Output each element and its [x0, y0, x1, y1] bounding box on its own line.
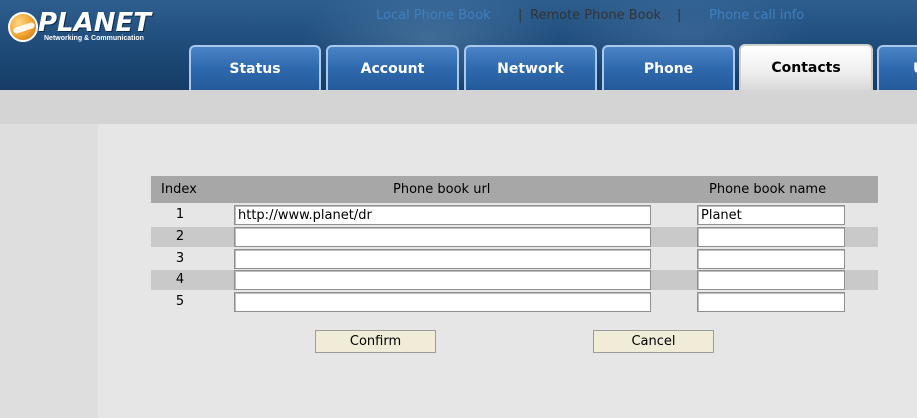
subnav-local-phone-book[interactable]: Local Phone Book [376, 8, 491, 23]
phone-book-name-input-2[interactable] [697, 227, 845, 247]
logo-text: PLANET [38, 8, 152, 38]
subnav-remote-phone-book[interactable]: Remote Phone Book [530, 8, 661, 23]
row-index: 1 [175, 207, 185, 222]
logo-tagline: Networking & Communication [44, 35, 144, 42]
subnav-phone-call-info[interactable]: Phone call info [709, 8, 804, 23]
phone-book-name-input-4[interactable] [697, 270, 845, 290]
tab-contacts[interactable]: Contacts [739, 44, 873, 90]
column-header-name: Phone book name [709, 182, 827, 197]
phone-book-name-input-3[interactable] [697, 249, 845, 269]
row-index: 5 [175, 294, 185, 309]
tab-network[interactable]: Network [464, 45, 597, 90]
row-index: 2 [175, 229, 185, 244]
cancel-button[interactable]: Cancel [593, 330, 714, 353]
confirm-button[interactable]: Confirm [315, 330, 436, 353]
phone-book-url-input-1[interactable] [234, 205, 651, 225]
tab-upgrade[interactable]: U [877, 45, 917, 90]
subnav-separator: | [518, 8, 523, 23]
tab-phone[interactable]: Phone [602, 45, 735, 90]
phone-book-url-input-2[interactable] [234, 227, 651, 247]
column-header-url: Phone book url [393, 182, 491, 197]
phone-book-url-input-5[interactable] [234, 292, 651, 312]
row-index: 4 [175, 272, 185, 287]
phone-book-url-input-4[interactable] [234, 270, 651, 290]
phone-book-name-input-1[interactable] [697, 205, 845, 225]
phone-book-name-input-5[interactable] [697, 292, 845, 312]
subnav-separator: | [677, 8, 682, 23]
column-header-index: Index [161, 182, 197, 197]
left-pane [0, 124, 98, 418]
globe-icon [8, 12, 38, 42]
tab-status[interactable]: Status [189, 45, 321, 90]
phone-book-url-input-3[interactable] [234, 249, 651, 269]
planet-logo: PLANET Networking & Communication [4, 6, 172, 50]
tab-account[interactable]: Account [326, 45, 459, 90]
sub-navigation [0, 90, 917, 124]
row-index: 3 [175, 251, 185, 266]
